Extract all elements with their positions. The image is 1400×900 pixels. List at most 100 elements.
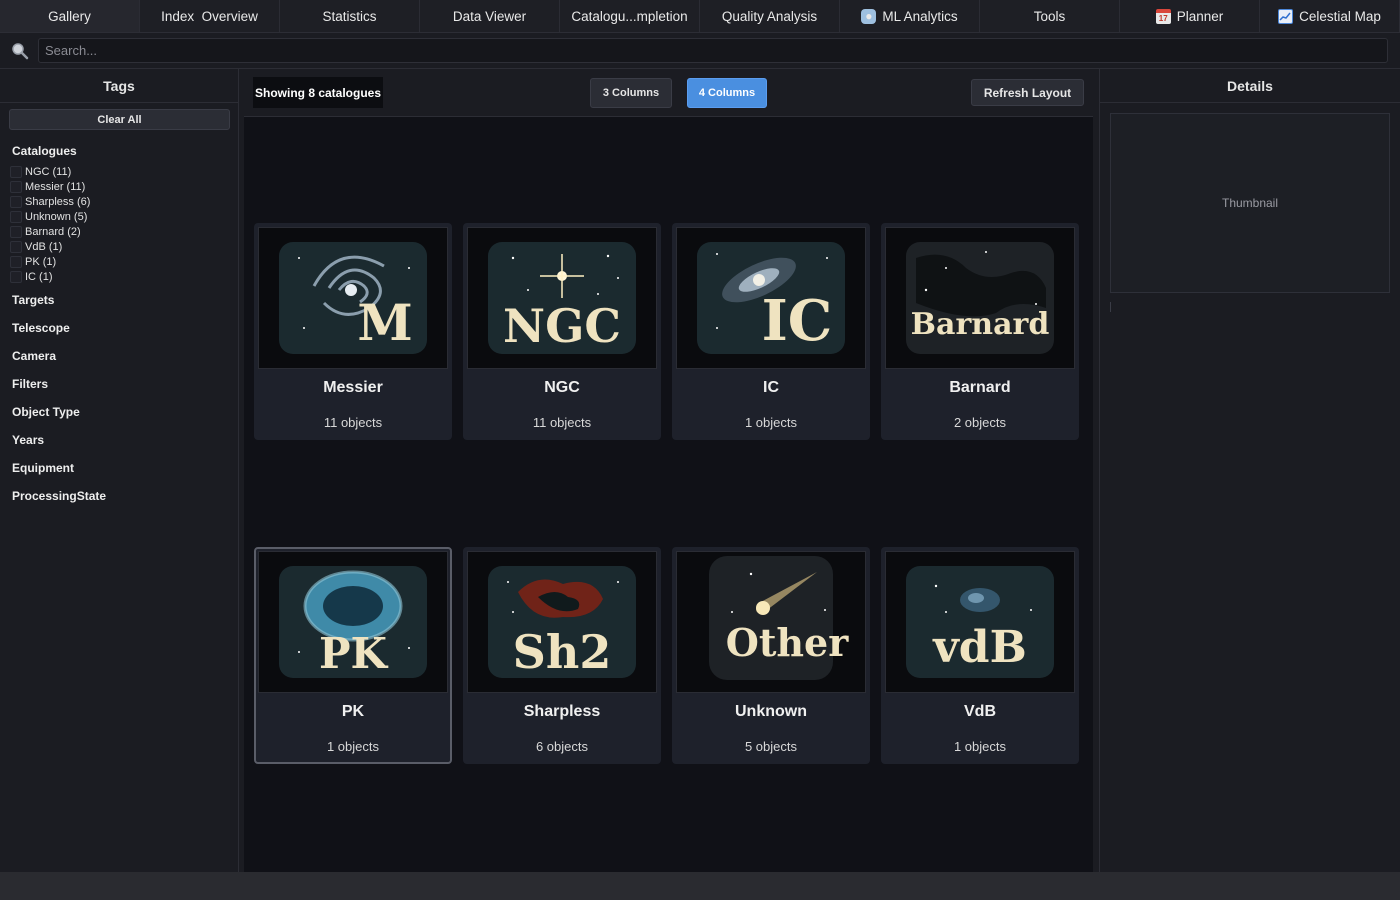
refresh-layout-button[interactable]: Refresh Layout bbox=[971, 79, 1084, 106]
catalogue-count: 1 objects bbox=[953, 739, 1007, 754]
tags-sidebar: Tags Clear All Catalogues NGC (11) Messi… bbox=[0, 69, 239, 872]
status-bar bbox=[0, 872, 1400, 900]
showing-count-label: Showing 8 catalogues bbox=[253, 77, 384, 108]
catalogue-card-barnard[interactable]: Barnard Barnard 2 objects bbox=[881, 223, 1079, 440]
logo-text: NGC bbox=[503, 299, 621, 353]
group-processing-state[interactable]: ProcessingState bbox=[12, 489, 106, 503]
robot-icon: ● bbox=[861, 8, 877, 24]
chart-icon bbox=[1278, 8, 1294, 24]
catalogue-thumbnail: IC bbox=[676, 227, 866, 369]
catalogue-name: IC bbox=[763, 379, 779, 396]
checkbox[interactable] bbox=[10, 240, 22, 253]
logo-text: Other bbox=[726, 620, 849, 665]
details-thumbnail: Thumbnail bbox=[1110, 113, 1390, 293]
group-targets[interactable]: Targets bbox=[12, 293, 54, 307]
logo-text: PK bbox=[319, 629, 389, 678]
tab-gallery[interactable]: Gallery bbox=[0, 0, 140, 32]
catalogue-filter-barnard[interactable]: Barnard (2) bbox=[10, 224, 90, 239]
tab-celestial-map[interactable]: Celestial Map bbox=[1260, 0, 1400, 32]
checkbox[interactable] bbox=[10, 195, 22, 208]
tab-ml-analytics[interactable]: ● ML Analytics bbox=[840, 0, 980, 32]
tab-data-viewer[interactable]: Data Viewer bbox=[420, 0, 560, 32]
tab-label: Index Overview bbox=[161, 8, 258, 24]
group-telescope[interactable]: Telescope bbox=[12, 321, 70, 335]
catalogue-card-vdb[interactable]: vdB VdB 1 objects bbox=[881, 547, 1079, 764]
details-panel: Details Thumbnail bbox=[1099, 69, 1400, 872]
checkbox[interactable] bbox=[10, 225, 22, 238]
catalogue-count: 6 objects bbox=[535, 739, 589, 754]
catalogue-card-messier[interactable]: M Messier 11 objects bbox=[254, 223, 452, 440]
group-years[interactable]: Years bbox=[12, 433, 44, 447]
catalogue-filter-ic[interactable]: IC (1) bbox=[10, 269, 90, 284]
tab-planner[interactable]: 17 Planner bbox=[1120, 0, 1260, 32]
catalogue-name: Sharpless bbox=[523, 703, 601, 720]
catalogue-label: Barnard (2) bbox=[25, 225, 81, 238]
details-title: Details bbox=[1100, 69, 1400, 103]
catalogue-count: 2 objects bbox=[953, 415, 1007, 430]
main-tab-bar: Gallery Index Overview Statistics Data V… bbox=[0, 0, 1400, 33]
catalogue-name: PK bbox=[341, 703, 365, 720]
gallery-toolbar: Showing 8 catalogues 3 Columns 4 Columns… bbox=[244, 69, 1093, 117]
group-equipment[interactable]: Equipment bbox=[12, 461, 74, 475]
catalogue-label: NGC (11) bbox=[25, 165, 72, 178]
catalogue-filter-pk[interactable]: PK (1) bbox=[10, 254, 90, 269]
four-columns-button[interactable]: 4 Columns bbox=[687, 78, 767, 108]
gallery-panel: Showing 8 catalogues 3 Columns 4 Columns… bbox=[244, 69, 1093, 872]
group-camera[interactable]: Camera bbox=[12, 349, 56, 363]
catalogue-count: 5 objects bbox=[744, 739, 798, 754]
tab-quality-analysis[interactable]: Quality Analysis bbox=[700, 0, 840, 32]
checkbox[interactable] bbox=[10, 255, 22, 268]
catalogue-label: VdB (1) bbox=[25, 240, 63, 253]
catalogues-list: NGC (11) Messier (11) Sharpless (6) Unkn… bbox=[10, 164, 90, 284]
checkbox[interactable] bbox=[10, 180, 22, 193]
tab-label: Catalogu...mpletion bbox=[571, 8, 688, 24]
catalogue-thumbnail: NGC bbox=[467, 227, 657, 369]
catalogue-count: 11 objects bbox=[323, 415, 383, 430]
catalogue-label: PK (1) bbox=[25, 255, 57, 268]
catalogue-count: 1 objects bbox=[326, 739, 380, 754]
calendar-icon: 17 bbox=[1155, 8, 1171, 24]
tab-tools[interactable]: Tools bbox=[980, 0, 1120, 32]
tab-label: ML Analytics bbox=[882, 8, 958, 24]
catalogue-label: IC (1) bbox=[25, 270, 53, 283]
group-object-type[interactable]: Object Type bbox=[12, 405, 80, 419]
catalogue-card-unknown[interactable]: Other Unknown 5 objects bbox=[672, 547, 870, 764]
catalogue-label: Messier (11) bbox=[25, 180, 86, 193]
checkbox[interactable] bbox=[10, 270, 22, 283]
checkbox[interactable] bbox=[10, 210, 22, 223]
catalogue-filter-sharpless[interactable]: Sharpless (6) bbox=[10, 194, 90, 209]
catalogues-group-title[interactable]: Catalogues bbox=[12, 144, 77, 158]
group-filters[interactable]: Filters bbox=[12, 377, 48, 391]
tab-label: Celestial Map bbox=[1299, 8, 1381, 24]
logo-text: IC bbox=[762, 288, 833, 354]
tab-label: Statistics bbox=[322, 8, 377, 24]
catalogue-filter-unknown[interactable]: Unknown (5) bbox=[10, 209, 90, 224]
catalogue-card-ic[interactable]: IC IC 1 objects bbox=[672, 223, 870, 440]
catalogue-count: 11 objects bbox=[532, 415, 592, 430]
search-input[interactable] bbox=[38, 38, 1388, 63]
catalogue-card-ngc[interactable]: NGC NGC 11 objects bbox=[463, 223, 661, 440]
catalogue-card-sharpless[interactable]: Sh2 Sharpless 6 objects bbox=[463, 547, 661, 764]
tab-label: Data Viewer bbox=[452, 8, 527, 24]
clear-all-button[interactable]: Clear All bbox=[9, 109, 230, 130]
catalogue-card-pk[interactable]: PK PK 1 objects bbox=[254, 547, 452, 764]
tab-catalogue-completion[interactable]: Catalogu...mpletion bbox=[560, 0, 700, 32]
catalogue-name: Barnard bbox=[949, 379, 1011, 396]
catalogue-name: Unknown bbox=[735, 703, 807, 720]
search-row bbox=[0, 33, 1400, 69]
thumbnail-label: Thumbnail bbox=[1221, 196, 1279, 210]
catalogue-name: Messier bbox=[323, 379, 383, 396]
three-columns-button[interactable]: 3 Columns bbox=[590, 78, 672, 108]
tab-index-overview[interactable]: Index Overview bbox=[140, 0, 280, 32]
tab-statistics[interactable]: Statistics bbox=[280, 0, 420, 32]
catalogue-filter-messier[interactable]: Messier (11) bbox=[10, 179, 90, 194]
checkbox[interactable] bbox=[10, 165, 22, 178]
catalogue-thumbnail: vdB bbox=[885, 551, 1075, 693]
tab-label: Planner bbox=[1176, 8, 1224, 24]
catalogue-name: VdB bbox=[964, 703, 996, 720]
catalogue-filter-vdb[interactable]: VdB (1) bbox=[10, 239, 90, 254]
catalogue-thumbnail: PK bbox=[258, 551, 448, 693]
catalogue-filter-ngc[interactable]: NGC (11) bbox=[10, 164, 90, 179]
tab-label: Tools bbox=[1033, 8, 1066, 24]
catalogue-thumbnail: Sh2 bbox=[467, 551, 657, 693]
